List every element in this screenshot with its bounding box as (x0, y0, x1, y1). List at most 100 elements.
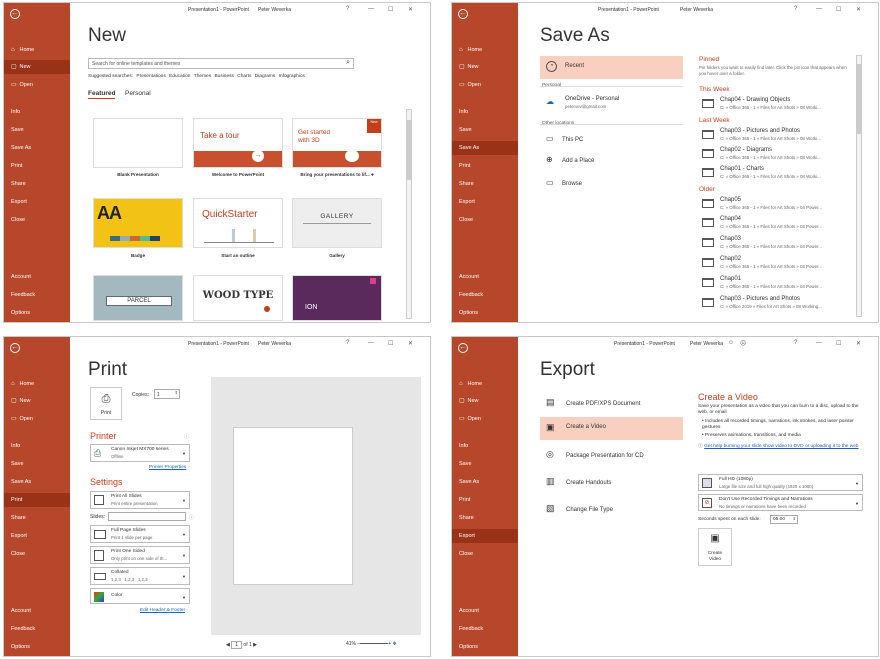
template-parcel[interactable]: PARCEL (93, 275, 183, 321)
smiley-icon[interactable]: ☺ (728, 340, 734, 346)
suggested-link[interactable]: Diagrams (255, 74, 276, 79)
user-name[interactable]: Peter Weverka (258, 341, 291, 347)
template-badge[interactable]: AA (93, 198, 183, 248)
maximize-icon[interactable]: ☐ (388, 340, 393, 347)
color-select[interactable]: Color ▼ (90, 588, 190, 604)
sidebar-item-share[interactable]: Share (452, 511, 518, 525)
user-name[interactable]: Peter Weverka (690, 341, 723, 347)
sidebar-item-home[interactable]: ⌂ Home (4, 377, 70, 391)
export-option-handouts[interactable]: ▥ Create Handouts (546, 476, 611, 487)
sidebar-item-export[interactable]: Export (4, 195, 70, 209)
sidebar-item-feedback[interactable]: Feedback (4, 622, 70, 636)
sidebar-item-open[interactable]: ▭ Open (4, 412, 70, 426)
user-name[interactable]: Peter Weverka (258, 7, 291, 13)
sidebar-item-share[interactable]: Share (4, 511, 70, 525)
zoom-in-icon[interactable]: + (388, 641, 391, 647)
folder-item[interactable]: Chap01 C: » Office 365 - 1 » Files for A… (702, 276, 852, 292)
search-box[interactable]: Search for online templates and themes ⌕ (88, 58, 354, 69)
sidebar-item-print[interactable]: Print (452, 493, 518, 507)
location-recent[interactable]: ◔ Recent (540, 56, 683, 79)
sidebar-item-account[interactable]: Account (4, 604, 70, 618)
sidebar-item-saveas[interactable]: Save As (452, 475, 518, 489)
sidebar-item-feedback[interactable]: Feedback (4, 288, 70, 302)
sidebar-item-options[interactable]: Options (452, 640, 518, 654)
printer-properties-link[interactable]: Printer Properties (149, 465, 186, 470)
sidebar-item-new[interactable]: ▢ New (452, 394, 518, 408)
sidebar-item-feedback[interactable]: Feedback (452, 288, 518, 302)
spinner-icon[interactable]: ⇕ (793, 516, 796, 521)
sides-select[interactable]: Print One Sided Only print on one side o… (90, 546, 190, 564)
back-arrow-icon[interactable]: ← (10, 343, 20, 353)
folder-item[interactable]: Chap03 - Pictures and Photos C: » Office… (702, 128, 852, 144)
sidebar-item-account[interactable]: Account (4, 270, 70, 284)
page-input[interactable]: 1 (231, 641, 243, 649)
template-quickstarter[interactable]: QuickStarter (193, 198, 283, 248)
sidebar-item-share[interactable]: Share (4, 177, 70, 191)
help-icon[interactable]: ? (794, 6, 797, 12)
next-page-icon[interactable]: ▶ (253, 642, 257, 648)
sidebar-item-options[interactable]: Options (4, 640, 70, 654)
suggested-link[interactable]: Charts (237, 74, 251, 79)
help-icon[interactable]: ? (794, 340, 797, 346)
sidebar-item-options[interactable]: Options (452, 306, 518, 320)
edit-header-footer-link[interactable]: Edit Header & Footer (140, 608, 185, 613)
minimize-icon[interactable]: — (816, 6, 822, 12)
fit-page-icon[interactable]: ✥ (393, 641, 397, 647)
sidebar-item-save[interactable]: Save (4, 457, 70, 471)
suggested-link[interactable]: Presentations (136, 74, 165, 79)
help-link[interactable]: ⓘ Get help burning your slide show video… (698, 444, 863, 450)
back-arrow-icon[interactable]: ← (458, 343, 468, 353)
back-arrow-icon[interactable]: ← (10, 9, 20, 19)
template-gallery[interactable]: GALLERY (292, 198, 382, 248)
sidebar-item-export[interactable]: Export (452, 195, 518, 209)
slides-range-select[interactable]: Print All Slides Print entire presentati… (90, 491, 190, 509)
sidebar-item-info[interactable]: Info (452, 105, 518, 119)
folder-item[interactable]: Chap03 C: » Office 365 - 1 » Files for A… (702, 236, 852, 252)
sidebar-item-info[interactable]: Info (4, 439, 70, 453)
user-name[interactable]: Peter Weverka (680, 7, 713, 13)
template-3d[interactable]: Get started with 3D New (292, 118, 382, 168)
sidebar-item-close[interactable]: Close (4, 213, 70, 227)
sidebar-item-save[interactable]: Save (4, 123, 70, 137)
export-option-cd[interactable]: ◎ Package Presentation for CD (546, 449, 644, 460)
sidebar-item-new[interactable]: ▢ New (4, 60, 70, 74)
sidebar-item-print[interactable]: Print (452, 159, 518, 173)
sidebar-item-close[interactable]: Close (4, 547, 70, 561)
help-icon[interactable]: ? (346, 6, 349, 12)
location-addplace[interactable]: ⊕ Add a Place (546, 155, 594, 164)
print-button[interactable]: ⎙ Print (90, 387, 122, 420)
printer-select[interactable]: ⎙ Canon Inkjet MX700 series Offline ▼ (90, 444, 190, 462)
sidebar-item-print[interactable]: Print (4, 159, 70, 173)
folder-item[interactable]: Chap04 - Drawing Objects C: » Office 365… (702, 97, 852, 113)
sidebar-item-saveas[interactable]: Save As (4, 475, 70, 489)
folder-item[interactable]: Chap04 C: » Office 365 - 1 » Files for A… (702, 216, 852, 232)
template-blank[interactable] (93, 118, 183, 168)
tab-personal[interactable]: Personal (125, 90, 151, 97)
sidebar-item-new[interactable]: ▢ New (4, 394, 70, 408)
sidebar-item-open[interactable]: ▭ Open (452, 412, 518, 426)
sidebar-item-save[interactable]: Save (452, 123, 518, 137)
maximize-icon[interactable]: ☐ (836, 340, 841, 347)
sidebar-item-home[interactable]: ⌂ Home (452, 43, 518, 57)
sidebar-item-feedback[interactable]: Feedback (452, 622, 518, 636)
seconds-input[interactable]: 05.00 ⇕ (770, 515, 798, 524)
minimize-icon[interactable]: — (368, 340, 374, 346)
template-woodtype[interactable]: WOOD TYPE (193, 275, 283, 321)
sidebar-item-account[interactable]: Account (452, 270, 518, 284)
folder-item[interactable]: Chap02 - Diagrams C: » Office 365 - 1 » … (702, 147, 852, 163)
maximize-icon[interactable]: ☐ (388, 6, 393, 13)
sidebar-item-info[interactable]: Info (4, 105, 70, 119)
video-quality-select[interactable]: Full HD (1080p) Large file size and full… (698, 474, 863, 491)
slides-input[interactable] (108, 512, 186, 521)
suggested-link[interactable]: Themes (194, 74, 211, 79)
folder-item[interactable]: Chap05 C: » Office 365 - 1 » Files for A… (702, 197, 852, 213)
suggested-link[interactable]: Business (214, 74, 233, 79)
minimize-icon[interactable]: — (368, 6, 374, 12)
folder-item[interactable]: Chap03 - Pictures and Photos C: » Office… (702, 296, 852, 312)
suggested-link[interactable]: Education (169, 74, 190, 79)
folder-item[interactable]: Chap01 - Charts C: » Office 365 - 1 » Fi… (702, 166, 852, 182)
copies-input[interactable]: 1 ⇕ (154, 389, 180, 399)
layout-select[interactable]: Full Page Slides Print 1 slide per page … (90, 525, 190, 543)
close-icon[interactable]: ✕ (856, 340, 861, 347)
frown-icon[interactable]: ☹ (740, 340, 746, 347)
